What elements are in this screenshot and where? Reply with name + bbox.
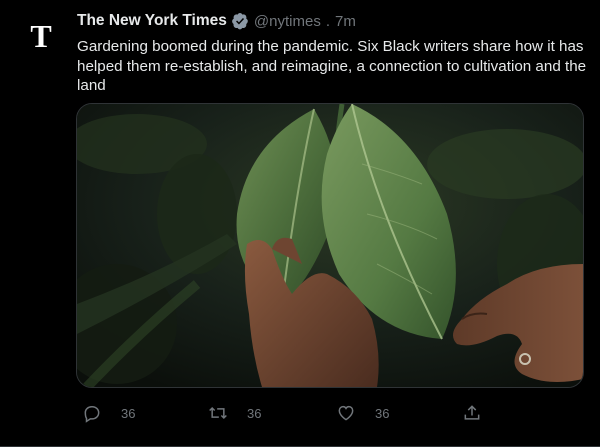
reply-count: 36	[121, 405, 136, 421]
time-separator: .	[325, 12, 330, 30]
nyt-logo-icon: T	[30, 20, 51, 52]
tweet-actions: 36 36 36	[77, 403, 497, 431]
share-button[interactable]	[462, 403, 482, 423]
author-handle[interactable]: @nytimes	[254, 13, 321, 30]
tweet-photo[interactable]	[76, 103, 584, 388]
share-icon	[464, 405, 480, 420]
avatar[interactable]: T	[19, 14, 63, 58]
svg-text:T: T	[30, 20, 51, 52]
heart-icon	[338, 405, 354, 421]
photo-image	[77, 104, 583, 387]
verified-badge-icon	[231, 12, 249, 30]
tweet-card[interactable]: T The New York Times @nytimes . 7m Garde…	[0, 0, 600, 447]
reply-button[interactable]: 36	[82, 403, 135, 423]
retweet-icon	[209, 406, 227, 420]
retweet-count: 36	[247, 405, 262, 421]
tweet-text: Gardening boomed during the pandemic. Si…	[77, 38, 587, 94]
reply-icon	[84, 406, 100, 423]
like-button[interactable]: 36	[336, 403, 389, 423]
tweet-time[interactable]: 7m	[335, 13, 356, 30]
like-count: 36	[375, 405, 390, 421]
author-name[interactable]: The New York Times	[77, 12, 227, 30]
retweet-button[interactable]: 36	[208, 403, 261, 423]
tweet-header: The New York Times @nytimes . 7m	[77, 12, 356, 30]
